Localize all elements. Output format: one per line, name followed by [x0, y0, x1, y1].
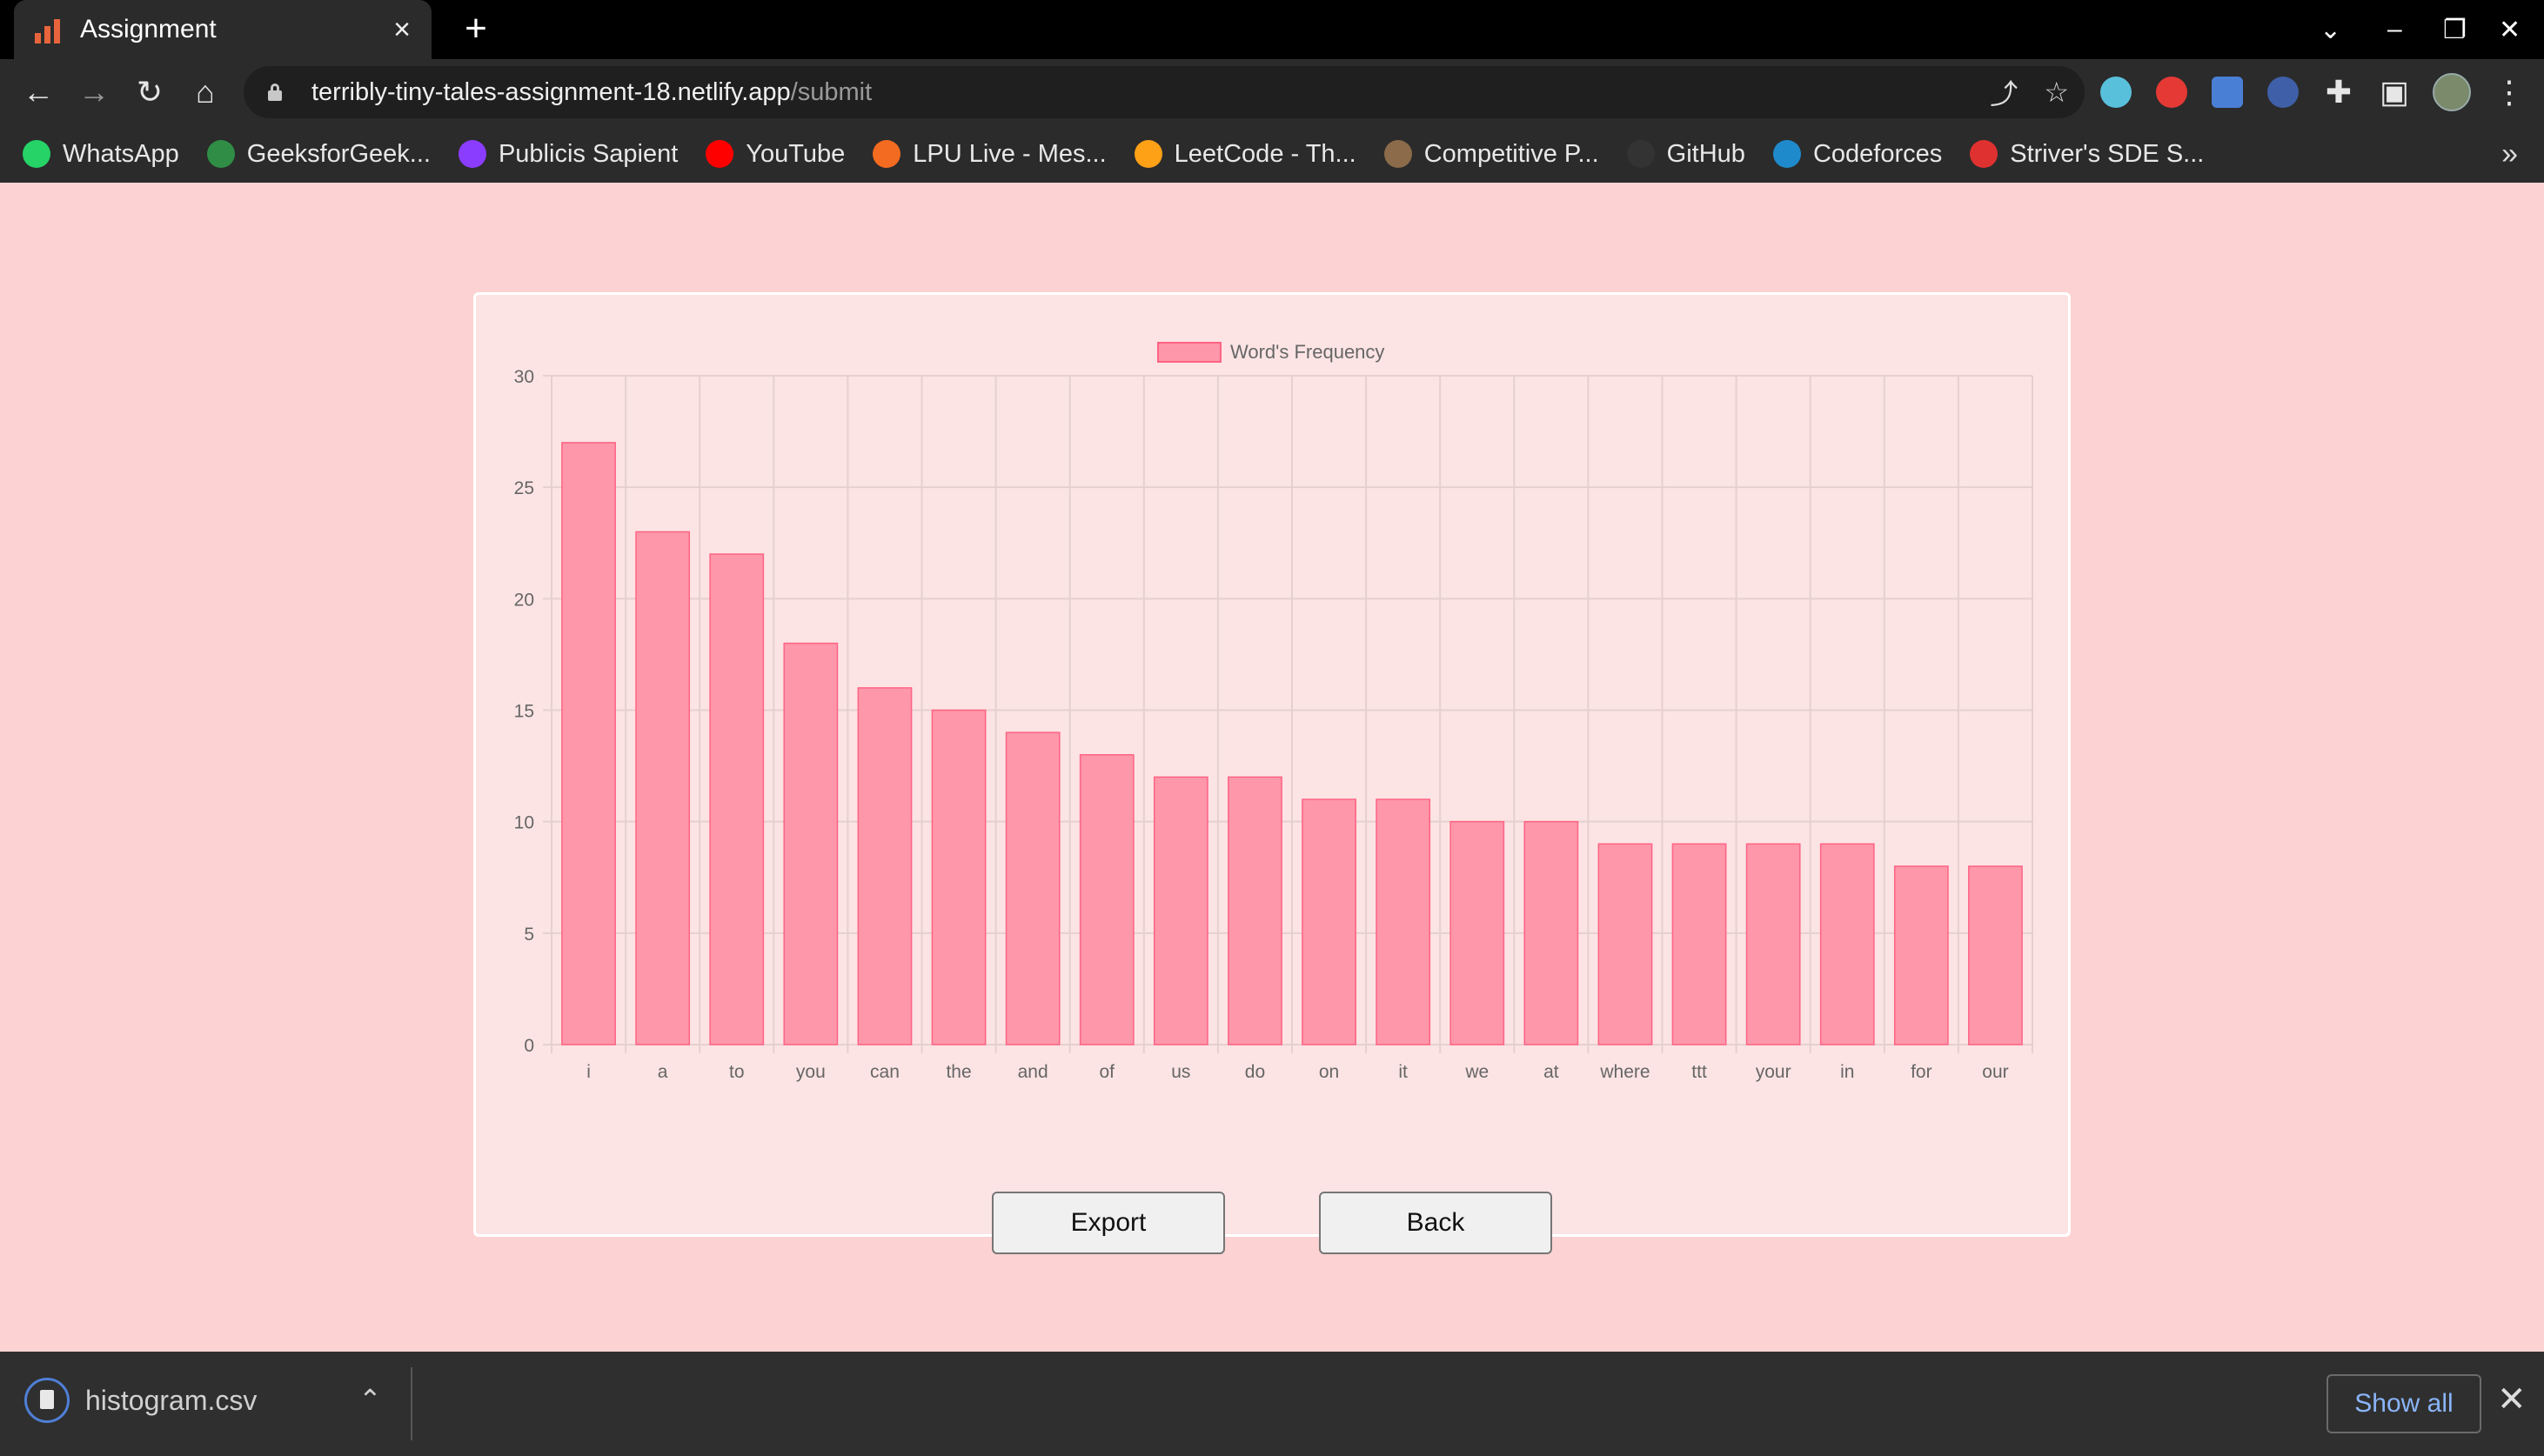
x-tick-label: in [1840, 1062, 1854, 1082]
x-tick-label: our [1982, 1062, 2008, 1082]
x-tick-label: we [1464, 1062, 1489, 1082]
bar [1671, 843, 1727, 1045]
x-tick-label: you [796, 1062, 826, 1082]
bar [1597, 843, 1653, 1045]
bar [1893, 865, 1949, 1045]
x-tick-label: a [658, 1062, 668, 1082]
bar [1376, 798, 1431, 1045]
x-tick-label: do [1245, 1062, 1265, 1082]
x-tick-label: for [1911, 1062, 1932, 1082]
x-tick-label: to [729, 1062, 745, 1082]
download-file-name: histogram.csv [85, 1384, 258, 1416]
download-shelf: histogram.csv ⌃ Show all ✕ [0, 1352, 2544, 1456]
y-tick-label: 10 [514, 813, 534, 833]
download-item[interactable]: histogram.csv [24, 1378, 257, 1423]
bar [1745, 843, 1801, 1045]
x-tick-label: i [586, 1062, 591, 1082]
y-tick-label: 25 [514, 478, 534, 498]
y-tick-label: 20 [514, 590, 534, 610]
file-icon [24, 1378, 70, 1423]
x-tick-label: and [1018, 1062, 1048, 1082]
bar [931, 709, 987, 1045]
y-tick-label: 5 [524, 925, 534, 945]
bar [1523, 820, 1579, 1045]
bar [1079, 754, 1135, 1045]
x-tick-label: the [946, 1062, 971, 1082]
show-all-button[interactable]: Show all [2326, 1374, 2481, 1433]
bar [635, 531, 691, 1045]
bar [1302, 798, 1356, 1045]
bar [1449, 820, 1505, 1045]
bar [1819, 843, 1875, 1045]
bar [783, 642, 839, 1045]
download-options-chevron-icon[interactable]: ⌃ [358, 1383, 382, 1416]
bar [857, 687, 913, 1045]
bar [1153, 776, 1208, 1045]
back-button[interactable]: Back [1319, 1192, 1552, 1254]
y-tick-label: 30 [514, 367, 534, 387]
x-tick-label: it [1398, 1062, 1408, 1082]
x-tick-label: can [870, 1062, 900, 1082]
shelf-close-icon[interactable]: ✕ [2497, 1379, 2527, 1419]
bar [709, 553, 765, 1045]
x-tick-label: where [1599, 1062, 1650, 1082]
x-tick-label: your [1756, 1062, 1791, 1082]
y-tick-label: 15 [514, 702, 534, 722]
y-tick-label: 0 [524, 1036, 534, 1056]
bar [561, 442, 616, 1045]
x-tick-label: at [1543, 1062, 1559, 1082]
x-tick-label: of [1099, 1062, 1115, 1082]
shelf-divider [411, 1367, 412, 1440]
export-button[interactable]: Export [992, 1192, 1225, 1254]
x-tick-label: on [1319, 1062, 1339, 1082]
x-tick-label: ttt [1691, 1062, 1707, 1082]
bar [1968, 865, 2023, 1045]
bar [1005, 731, 1061, 1045]
bar-chart: 0 5 10 15 20 25 30 i a to you can the and of us do on it we… [514, 367, 2033, 1082]
x-tick-label: us [1171, 1062, 1190, 1082]
bar [1228, 776, 1282, 1045]
